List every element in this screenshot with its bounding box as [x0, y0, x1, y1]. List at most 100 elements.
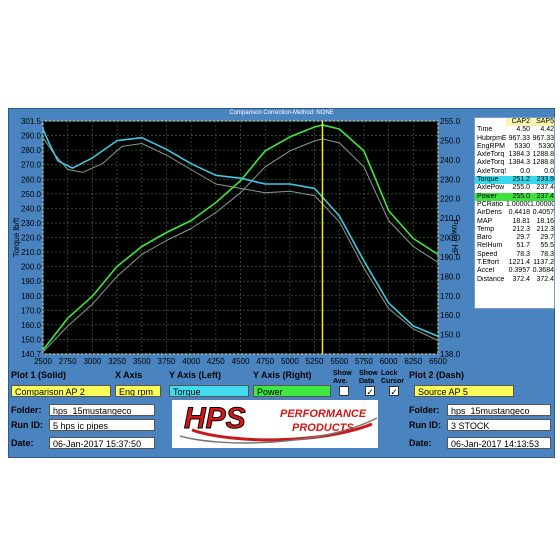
panel-row-label: EngRPM — [477, 142, 506, 150]
x-tick-label: 3250 — [108, 357, 126, 366]
y-right-tick-label: 160.0 — [440, 311, 461, 320]
y-left-axis-label: Torque lb/ft — [12, 217, 21, 257]
data-panel: CAP2SAP5Time4.504.42HubrpmEngRPM967.3396… — [474, 117, 555, 309]
x-tick-label: 4000 — [182, 357, 200, 366]
panel-row-value2: 0.3684 — [532, 267, 554, 275]
y-right-tick-label: 240.0 — [440, 156, 461, 165]
panel-row-label: PCRatio — [477, 200, 504, 208]
show-data-label: Show Data — [359, 370, 378, 385]
y-right-tick-label: 230.0 — [440, 175, 461, 184]
left-runid-field[interactable]: 5 hps ic pipes — [49, 419, 155, 431]
panel-row-value2: 5330 — [538, 142, 554, 150]
panel-row-value2: 237.4 — [536, 184, 554, 192]
y-left-tick-label: 270.0 — [21, 161, 42, 170]
y-right-tick-label: 170.0 — [440, 292, 461, 301]
panel-row-label: AxlePow — [477, 184, 505, 192]
yleft-label: Y Axis (Left) — [169, 370, 222, 380]
panel-row-value1: 0.4418 — [508, 209, 530, 217]
right-runid-field[interactable]: 3 STOCK — [447, 419, 551, 431]
panel-row-value1: 5330 — [514, 142, 530, 150]
panel-row-label: Temp — [477, 225, 495, 233]
x-tick-label: 5000 — [281, 357, 299, 366]
logo-main-text: HPS — [184, 402, 246, 435]
x-tick-label: 4250 — [207, 357, 225, 366]
y-left-tick-label: 210.0 — [21, 248, 42, 257]
plot2-select[interactable]: Source AP 5 — [414, 385, 514, 397]
panel-row: AirDens 0.4418 0.4057 — [475, 209, 554, 217]
panel-row-label: Time — [477, 126, 493, 134]
x-tick-label: 3500 — [133, 357, 151, 366]
panel-row-value1: 4.50 — [516, 126, 530, 134]
y-left-tick-label: 180.0 — [21, 292, 42, 301]
panel-row: EngRPM 5330 5330 — [475, 143, 554, 151]
panel-row-label: Baro — [477, 234, 492, 242]
panel-row-value2: 78.3 — [540, 250, 554, 258]
panel-row-value1: 1384.3 — [508, 159, 530, 167]
panel-row-value2: 18.16 — [536, 217, 554, 225]
dyno-window: Comparison Correction-Method: NONE 2500 2… — [8, 108, 555, 458]
xaxis-select[interactable]: Eng rpm — [115, 385, 161, 397]
panel-row-value1: 251.2 — [512, 176, 530, 184]
panel-row-label: Torque — [477, 176, 499, 184]
panel-row: PCRatio 1.00000 1.00000 — [475, 201, 554, 209]
y-left-tick-label: 150.0 — [21, 335, 42, 344]
y-left-tick-label: 140.7 — [21, 350, 42, 359]
panel-row: AxleTorqS 0.0 0.0 — [475, 168, 554, 176]
y-left-tick-label: 230.0 — [21, 219, 42, 228]
panel-row-value2: 237.4 — [536, 192, 554, 200]
y-right-tick-label: 250.0 — [440, 136, 461, 145]
x-tick-label: 6000 — [380, 357, 398, 366]
y-left-tick-label: 250.0 — [21, 190, 42, 199]
panel-row-label: Power — [477, 192, 497, 200]
show-ave-label: Show Ave. — [333, 370, 352, 385]
x-tick-label: 5250 — [306, 357, 324, 366]
x-tick-label: 2750 — [59, 357, 77, 366]
left-folder-label: Folder: — [11, 405, 42, 415]
x-tick-label: 4500 — [232, 357, 250, 366]
y-left-tick-label: 260.0 — [21, 175, 42, 184]
y-left-tick-label: 200.0 — [21, 263, 42, 272]
y-left-tick-label: 220.0 — [21, 234, 42, 243]
right-folder-field[interactable]: hps_15mustangeco — [447, 404, 551, 416]
lock-cursor-checkbox[interactable]: ✓ — [389, 386, 399, 397]
y-right-tick-label: 138.0 — [440, 350, 461, 359]
panel-row-value2: 0.0 — [544, 167, 554, 175]
panel-row-value1: 0.3957 — [508, 267, 530, 275]
y-left-tick-label: 290.0 — [21, 132, 42, 141]
panel-row-label: T.Effort — [477, 259, 500, 267]
panel-row: Temp 212.3 212.3 — [475, 226, 554, 234]
left-runid-label: Run ID: — [11, 420, 43, 430]
left-folder-field[interactable]: hps_15mustangeco — [49, 404, 155, 416]
x-tick-label: 6250 — [404, 357, 422, 366]
panel-row-label: Distance — [477, 275, 505, 283]
x-tick-label: 3750 — [158, 357, 176, 366]
y-right-tick-label: 150.0 — [440, 331, 461, 340]
panel-row: T.Effort 1221.4 1137.2 — [475, 259, 554, 267]
panel-row-label: HubrpmEngRPM — [477, 134, 506, 142]
panel-row: Baro 29.7 29.7 — [475, 234, 554, 242]
panel-row: RelHum 51.7 55.5 — [475, 242, 554, 250]
show-ave-checkbox[interactable] — [339, 386, 349, 396]
panel-row-value1: 1384.3 — [508, 151, 530, 159]
x-tick-label: 5500 — [330, 357, 348, 366]
panel-row-label: RelHum — [477, 242, 503, 250]
panel-row-value1: 212.3 — [512, 225, 530, 233]
left-date-label: Date: — [11, 438, 34, 448]
plot1-select[interactable]: Comparison AP 2 — [11, 385, 111, 397]
logo-sub1-text: PERFORMANCE — [280, 408, 367, 420]
yleft-select[interactable]: Torque — [169, 385, 249, 397]
panel-row-value2: 1137.2 — [533, 259, 554, 267]
y-left-tick-label: 170.0 — [21, 306, 42, 315]
y-left-tick-label: 301.5 — [21, 117, 42, 126]
panel-row-value2: 967.33 — [532, 134, 554, 142]
left-date-field: 06-Jan-2017 15:37:50 — [49, 437, 155, 449]
panel-row: AxleTorq 1384.3 1288.8 — [475, 151, 554, 159]
show-data-checkbox[interactable]: ✓ — [365, 386, 375, 397]
right-date-label: Date: — [409, 438, 432, 448]
yright-select[interactable]: Power — [253, 385, 331, 397]
panel-row: Power 255.0 237.4 — [475, 192, 554, 201]
panel-row: MAP 18.81 18.16 — [475, 218, 554, 226]
panel-row-label: AxleTorq — [477, 151, 505, 159]
panel-row-label: AxleTorqS — [477, 167, 506, 175]
y-left-tick-label: 160.0 — [21, 321, 42, 330]
